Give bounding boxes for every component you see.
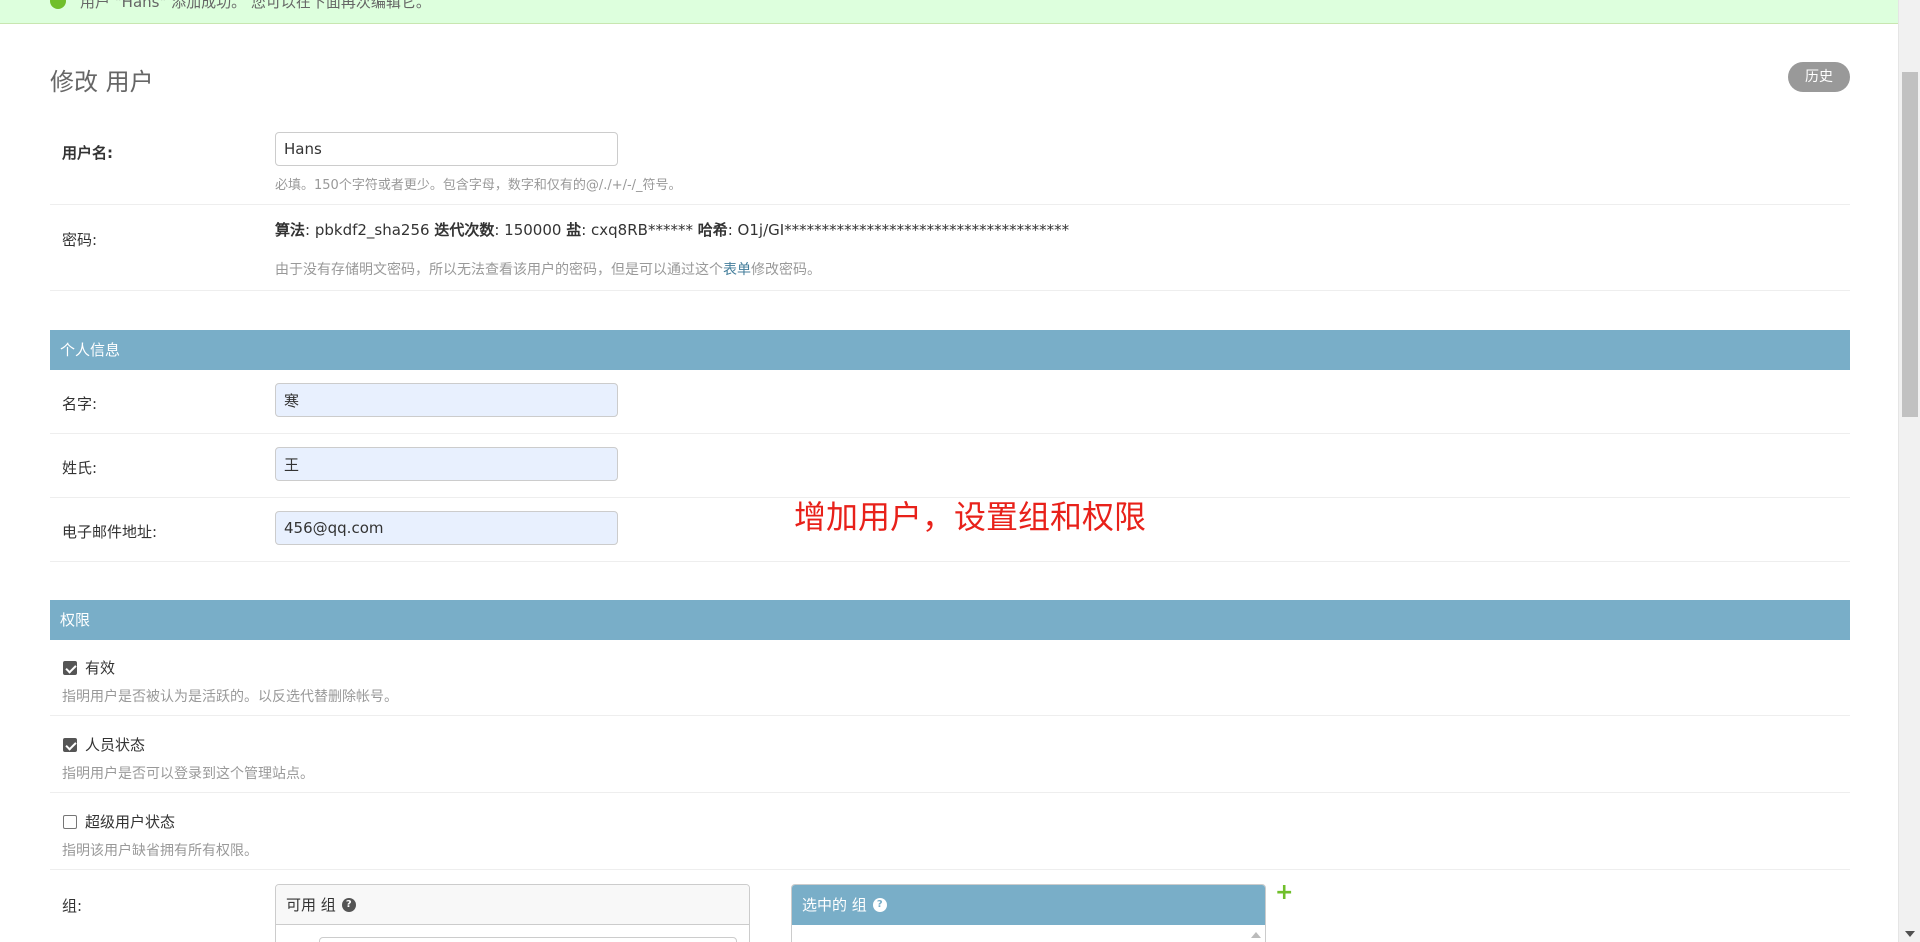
row-divider xyxy=(50,561,1850,562)
password-help-text: 由于没有存储明文密码，所以无法查看该用户的密码，但是可以通过这个 xyxy=(275,262,723,278)
page-scrollbar[interactable] xyxy=(1898,0,1920,942)
groups-label: 组: xyxy=(62,897,83,915)
is-staff-label[interactable]: 人员状态 xyxy=(85,734,145,755)
hash-value: : O1j/GI********************************… xyxy=(727,221,1070,239)
password-label: 密码: xyxy=(62,231,98,249)
success-message-text: 用户 "Hans" 添加成功。 您可以在下面再次编辑它。 xyxy=(80,0,431,11)
red-annotation-text: 增加用户，设置组和权限 xyxy=(794,498,1147,536)
username-label: 用户名: xyxy=(62,144,113,162)
is-superuser-help: 指明该用户缺省拥有所有权限。 xyxy=(62,843,258,859)
last-name-input[interactable] xyxy=(275,447,618,481)
scroll-up-arrow-icon[interactable] xyxy=(1251,932,1261,938)
available-groups-box: 可用 组 ? xyxy=(275,884,750,942)
chosen-groups-title: 选中的 组 ? xyxy=(792,885,1265,925)
chosen-groups-title-text: 选中的 组 xyxy=(802,895,867,914)
password-help: 由于没有存储明文密码，所以无法查看该用户的密码，但是可以通过这个表单修改密码。 xyxy=(275,259,821,279)
change-password-link[interactable]: 表单 xyxy=(723,262,751,278)
iterations-value: : 150000 xyxy=(494,221,567,239)
scroll-down-arrow-icon[interactable] xyxy=(1905,931,1915,937)
username-help: 必填。150个字符或者更少。包含字母，数字和仅有的@/./+/-/_符号。 xyxy=(275,178,682,193)
password-help-suffix: 修改密码。 xyxy=(751,262,821,278)
username-input[interactable] xyxy=(275,132,618,166)
iterations-label: 迭代次数 xyxy=(434,221,495,239)
email-label: 电子邮件地址: xyxy=(62,523,158,541)
available-groups-title: 可用 组 ? xyxy=(276,885,749,925)
is-active-label[interactable]: 有效 xyxy=(85,657,115,678)
is-active-checkbox[interactable] xyxy=(63,660,77,675)
is-superuser-checkbox[interactable] xyxy=(63,814,77,829)
is-superuser-row[interactable]: 超级用户状态 xyxy=(63,811,175,832)
chosen-groups-box: 选中的 组 ? xyxy=(791,884,1266,942)
row-divider xyxy=(50,715,1850,716)
help-icon[interactable]: ? xyxy=(341,897,356,912)
is-staff-checkbox[interactable] xyxy=(63,737,77,752)
algorithm-label: 算法 xyxy=(275,221,306,239)
is-active-row[interactable]: 有效 xyxy=(63,657,115,678)
row-divider xyxy=(50,792,1850,793)
first-name-label: 名字: xyxy=(62,395,98,413)
plus-icon[interactable]: + xyxy=(1275,882,1293,904)
success-message: 用户 "Hans" 添加成功。 您可以在下面再次编辑它。 xyxy=(0,0,1898,24)
last-name-label: 姓氏: xyxy=(62,459,98,477)
email-input[interactable] xyxy=(275,511,618,545)
row-divider xyxy=(50,204,1850,205)
salt-value: : cxq8RB****** xyxy=(581,221,698,239)
scrollbar-thumb[interactable] xyxy=(1902,72,1918,417)
history-button[interactable]: 历史 xyxy=(1788,62,1850,92)
success-icon xyxy=(50,0,66,9)
salt-label: 盐 xyxy=(566,221,582,239)
section-header-permissions: 权限 xyxy=(50,600,1850,640)
row-divider xyxy=(50,869,1850,870)
row-divider xyxy=(50,433,1850,434)
section-header-personal-info: 个人信息 xyxy=(50,330,1850,370)
page-title: 修改 用户 xyxy=(50,68,154,96)
hash-label: 哈希 xyxy=(697,221,728,239)
is-staff-help: 指明用户是否可以登录到这个管理站点。 xyxy=(62,766,314,782)
is-superuser-label[interactable]: 超级用户状态 xyxy=(85,811,175,832)
is-active-help: 指明用户是否被认为是活跃的。以反选代替删除帐号。 xyxy=(62,689,398,705)
row-divider xyxy=(50,290,1850,291)
is-staff-row[interactable]: 人员状态 xyxy=(63,734,145,755)
available-groups-title-text: 可用 组 xyxy=(286,895,336,914)
algorithm-value: : pbkdf2_sha256 xyxy=(305,221,435,239)
help-icon[interactable]: ? xyxy=(872,897,887,912)
password-hash-summary: 算法: pbkdf2_sha256 迭代次数: 150000 盐: cxq8RB… xyxy=(275,219,1069,240)
available-groups-filter-input[interactable] xyxy=(319,937,737,942)
first-name-input[interactable] xyxy=(275,383,618,417)
